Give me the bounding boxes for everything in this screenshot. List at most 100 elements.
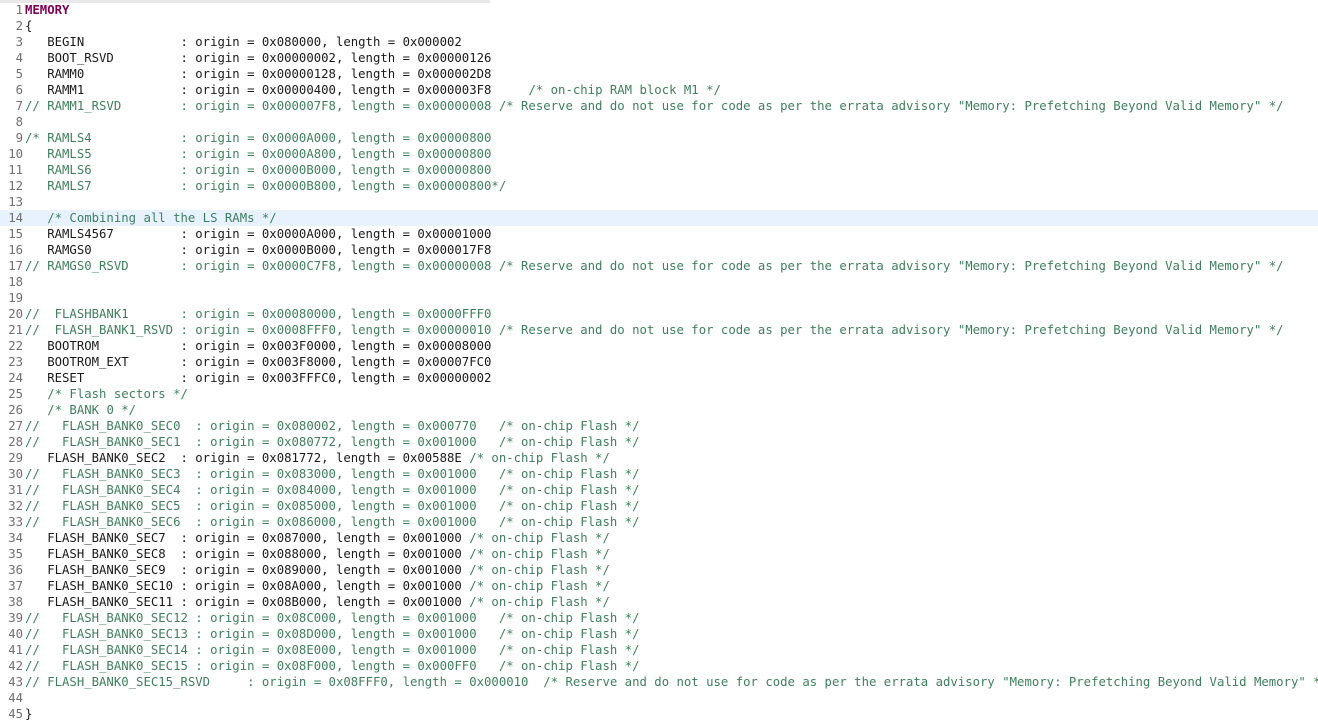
- code-segment: BOOTROM_EXT : origin = 0x003F8000, lengt…: [25, 355, 492, 369]
- code-line[interactable]: 38 FLASH_BANK0_SEC11 : origin = 0x08B000…: [0, 594, 1318, 610]
- code-line[interactable]: 34 FLASH_BANK0_SEC7 : origin = 0x087000,…: [0, 530, 1318, 546]
- line-number: 25: [8, 387, 23, 401]
- code-line[interactable]: 15 RAMLS4567 : origin = 0x0000A000, leng…: [0, 226, 1318, 242]
- code-line[interactable]: 6 RAMM1 : origin = 0x00000400, length = …: [0, 82, 1318, 98]
- code-text: /* BANK 0 */: [25, 402, 136, 418]
- code-comment: /* Combining all the LS RAMs */: [25, 211, 277, 225]
- code-text: BOOTROM_EXT : origin = 0x003F8000, lengt…: [25, 354, 491, 370]
- code-segment: {: [25, 19, 33, 33]
- code-line[interactable]: 16 RAMGS0 : origin = 0x0000B000, length …: [0, 242, 1318, 258]
- code-editor[interactable]: 1 MEMORY 2{3 BEGIN : origin = 0x080000, le…: [0, 0, 1318, 726]
- code-comment: // FLASH_BANK0_SEC1 : origin = 0x080772,…: [25, 435, 640, 449]
- code-line[interactable]: 4 BOOT_RSVD : origin = 0x00000002, lengt…: [0, 50, 1318, 66]
- line-number: 21: [8, 323, 23, 337]
- code-line[interactable]: 21// FLASH_BANK1_RSVD : origin = 0x0008F…: [0, 322, 1318, 338]
- code-text: BOOT_RSVD : origin = 0x00000002, length …: [25, 50, 491, 66]
- code-text: // FLASH_BANK0_SEC0 : origin = 0x080002,…: [25, 418, 639, 434]
- code-line[interactable]: 33// FLASH_BANK0_SEC6 : origin = 0x08600…: [0, 514, 1318, 530]
- code-segment: BOOT_RSVD : origin = 0x00000002, length …: [25, 51, 492, 65]
- line-number: 17: [8, 259, 23, 273]
- line-number: 33: [8, 515, 23, 529]
- code-line[interactable]: 40// FLASH_BANK0_SEC13 : origin = 0x08D0…: [0, 626, 1318, 642]
- line-number: 3: [15, 35, 23, 49]
- line-number: 42: [8, 659, 23, 673]
- code-line[interactable]: 2{: [0, 18, 1318, 34]
- code-line[interactable]: 27// FLASH_BANK0_SEC0 : origin = 0x08000…: [0, 418, 1318, 434]
- code-line[interactable]: 8: [0, 114, 1318, 130]
- code-comment: // FLASH_BANK0_SEC4 : origin = 0x084000,…: [25, 483, 640, 497]
- code-segment: RAMM0 : origin = 0x00000128, length = 0x…: [25, 67, 492, 81]
- code-line[interactable]: 35 FLASH_BANK0_SEC8 : origin = 0x088000,…: [0, 546, 1318, 562]
- code-text: /* RAMLS4 : origin = 0x0000A000, length …: [25, 130, 491, 146]
- code-line[interactable]: 5 RAMM0 : origin = 0x00000128, length = …: [0, 66, 1318, 82]
- line-number: 34: [8, 531, 23, 545]
- line-number: 19: [8, 291, 23, 305]
- code-line[interactable]: 45}: [0, 706, 1318, 722]
- code-line[interactable]: 41// FLASH_BANK0_SEC14 : origin = 0x08E0…: [0, 642, 1318, 658]
- code-text: // FLASH_BANK0_SEC6 : origin = 0x086000,…: [25, 514, 639, 530]
- code-line[interactable]: 43// FLASH_BANK0_SEC15_RSVD : origin = 0…: [0, 674, 1318, 690]
- code-line[interactable]: 24 RESET : origin = 0x003FFFC0, length =…: [0, 370, 1318, 386]
- code-line[interactable]: 14 /* Combining all the LS RAMs */: [0, 210, 1318, 226]
- line-number: 39: [8, 611, 23, 625]
- code-line[interactable]: 17// RAMGS0_RSVD : origin = 0x0000C7F8, …: [0, 258, 1318, 274]
- code-text: {: [25, 18, 32, 34]
- code-line[interactable]: 23 BOOTROM_EXT : origin = 0x003F8000, le…: [0, 354, 1318, 370]
- code-line[interactable]: 3 BEGIN : origin = 0x080000, length = 0x…: [0, 34, 1318, 50]
- code-line[interactable]: 31// FLASH_BANK0_SEC4 : origin = 0x08400…: [0, 482, 1318, 498]
- code-line[interactable]: 25 /* Flash sectors */: [0, 386, 1318, 402]
- code-comment: /* Flash sectors */: [47, 387, 188, 401]
- code-segment: BOOTROM : origin = 0x003F0000, length = …: [25, 339, 492, 353]
- code-segment: FLASH_BANK0_SEC11 : origin = 0x08B000, l…: [25, 595, 470, 609]
- code-line[interactable]: 1 MEMORY: [0, 2, 1318, 18]
- line-number: 2: [15, 19, 23, 33]
- code-comment: /* RAMLS4 : origin = 0x0000A000, length …: [25, 131, 492, 145]
- code-line[interactable]: 9/* RAMLS4 : origin = 0x0000A000, length…: [0, 130, 1318, 146]
- line-number: 6: [15, 83, 23, 97]
- code-text: MEMORY: [25, 2, 69, 18]
- code-line[interactable]: 29 FLASH_BANK0_SEC2 : origin = 0x081772,…: [0, 450, 1318, 466]
- code-line[interactable]: 28// FLASH_BANK0_SEC1 : origin = 0x08077…: [0, 434, 1318, 450]
- code-comment: // FLASH_BANK0_SEC14 : origin = 0x08E000…: [25, 643, 640, 657]
- line-number: 41: [8, 643, 23, 657]
- code-line[interactable]: 11 RAMLS6 : origin = 0x0000B000, length …: [0, 162, 1318, 178]
- code-text: }: [25, 706, 32, 722]
- code-segment: }: [25, 707, 33, 721]
- code-line[interactable]: 32// FLASH_BANK0_SEC5 : origin = 0x08500…: [0, 498, 1318, 514]
- code-segment: FLASH_BANK0_SEC9 : origin = 0x089000, le…: [25, 563, 470, 577]
- code-segment: FLASH_BANK0_SEC8 : origin = 0x088000, le…: [25, 547, 470, 561]
- line-number: 4: [15, 51, 23, 65]
- code-text: FLASH_BANK0_SEC9 : origin = 0x089000, le…: [25, 562, 610, 578]
- code-line[interactable]: 44: [0, 690, 1318, 706]
- code-line[interactable]: 19: [0, 290, 1318, 306]
- code-text: // FLASHBANK1 : origin = 0x00080000, len…: [25, 306, 491, 322]
- code-segment: FLASH_BANK0_SEC7 : origin = 0x087000, le…: [25, 531, 470, 545]
- code-line[interactable]: 18: [0, 274, 1318, 290]
- code-line[interactable]: 20// FLASHBANK1 : origin = 0x00080000, l…: [0, 306, 1318, 322]
- code-line[interactable]: 7// RAMM1_RSVD : origin = 0x000007F8, le…: [0, 98, 1318, 114]
- line-number: 26: [8, 403, 23, 417]
- code-text: RAMM1 : origin = 0x00000400, length = 0x…: [25, 82, 721, 98]
- code-text: FLASH_BANK0_SEC7 : origin = 0x087000, le…: [25, 530, 610, 546]
- code-line[interactable]: 26 /* BANK 0 */: [0, 402, 1318, 418]
- line-number: 31: [8, 483, 23, 497]
- code-comment: // FLASH_BANK0_SEC0 : origin = 0x080002,…: [25, 419, 640, 433]
- line-number: 11: [8, 163, 23, 177]
- code-lines[interactable]: 1 MEMORY 2{3 BEGIN : origin = 0x080000, le…: [0, 2, 1318, 722]
- code-line[interactable]: 30// FLASH_BANK0_SEC3 : origin = 0x08300…: [0, 466, 1318, 482]
- code-line[interactable]: 12 RAMLS7 : origin = 0x0000B800, length …: [0, 178, 1318, 194]
- code-line[interactable]: 10 RAMLS5 : origin = 0x0000A800, length …: [0, 146, 1318, 162]
- code-line[interactable]: 22 BOOTROM : origin = 0x003F0000, length…: [0, 338, 1318, 354]
- line-number: 37: [8, 579, 23, 593]
- code-line[interactable]: 36 FLASH_BANK0_SEC9 : origin = 0x089000,…: [0, 562, 1318, 578]
- code-line[interactable]: 39// FLASH_BANK0_SEC12 : origin = 0x08C0…: [0, 610, 1318, 626]
- line-number: 35: [8, 547, 23, 561]
- code-line[interactable]: 42// FLASH_BANK0_SEC15 : origin = 0x08F0…: [0, 658, 1318, 674]
- code-line[interactable]: 37 FLASH_BANK0_SEC10 : origin = 0x08A000…: [0, 578, 1318, 594]
- line-number: 20: [8, 307, 23, 321]
- line-number: 43: [8, 675, 23, 689]
- code-text: RAMM0 : origin = 0x00000128, length = 0x…: [25, 66, 491, 82]
- code-line[interactable]: 13: [0, 194, 1318, 210]
- line-number: 38: [8, 595, 23, 609]
- code-comment: // RAMGS0_RSVD : origin = 0x0000C7F8, le…: [25, 259, 1284, 273]
